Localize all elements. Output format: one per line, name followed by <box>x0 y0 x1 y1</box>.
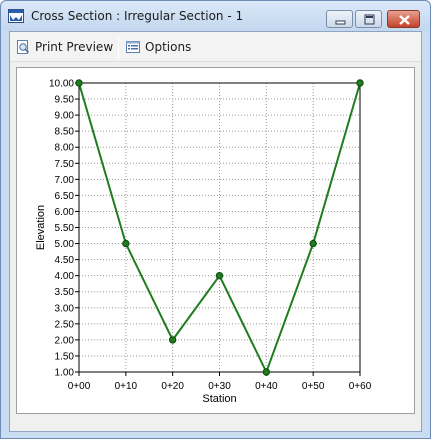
x-tick-label: 0+10 <box>115 381 138 392</box>
y-tick-label: 9.00 <box>55 111 75 122</box>
print-preview-label: Print Preview <box>35 40 114 54</box>
close-icon <box>399 15 410 25</box>
y-tick-label: 7.50 <box>55 159 75 170</box>
window-title: Cross Section : Irregular Section - 1 <box>31 9 244 23</box>
y-tick-label: 6.50 <box>55 191 75 202</box>
options-label: Options <box>145 40 192 54</box>
print-preview-button[interactable]: Print Preview <box>15 38 114 56</box>
minimize-icon <box>335 20 346 25</box>
chart-panel: 1.00 1.50 2.00 2.50 3.00 3.50 4.00 4.50 5.00 5.50… <box>16 67 415 414</box>
toolbar: Print Preview Options <box>10 32 421 62</box>
x-tick-label: 0+60 <box>349 381 372 392</box>
y-tick-label: 4.50 <box>55 255 75 266</box>
y-tick-label: 5.50 <box>55 223 75 234</box>
data-point <box>262 368 271 376</box>
y-tick-label: 9.50 <box>55 95 75 106</box>
options-button[interactable]: Options <box>125 38 195 56</box>
y-tick-label: 2.50 <box>55 319 75 330</box>
y-tick-label: 3.00 <box>55 303 75 314</box>
y-tick-label: 6.00 <box>55 207 75 218</box>
options-icon <box>126 41 140 53</box>
x-tick-label: 0+20 <box>161 381 184 392</box>
client-area: Print Preview Options 1.00 1.50 2.00 2.50 3.… <box>9 31 422 432</box>
x-tick-label: 0+40 <box>255 381 278 392</box>
x-tick-label: 0+30 <box>208 381 231 392</box>
maximize-button[interactable] <box>355 10 382 28</box>
minimize-button[interactable] <box>326 10 353 28</box>
data-point <box>122 239 130 248</box>
data-point <box>168 336 177 344</box>
y-tick-label: 4.00 <box>55 271 75 282</box>
cross-section-window: Cross Section : Irregular Section - 1 Pr… <box>0 0 431 439</box>
close-button[interactable] <box>387 10 420 28</box>
y-tick-label: 1.50 <box>55 351 75 362</box>
toolbar-separator <box>118 37 119 59</box>
cross-section-chart: 1.00 1.50 2.00 2.50 3.00 3.50 4.00 4.50 5.00 5.50… <box>35 79 372 406</box>
y-tick-label: 5.00 <box>55 239 75 250</box>
data-point <box>356 79 364 87</box>
x-tick-label: 0+00 <box>68 381 91 392</box>
print-preview-icon <box>17 40 30 54</box>
y-tick-label: 3.50 <box>55 287 75 298</box>
y-tick-label: 8.00 <box>55 143 75 154</box>
x-tick-label: 0+50 <box>302 381 325 392</box>
title-bar[interactable]: Cross Section : Irregular Section - 1 <box>1 1 430 31</box>
x-axis-title: Station <box>202 393 236 405</box>
data-point <box>309 239 317 248</box>
cross-section-app-icon <box>8 9 24 23</box>
y-tick-label: 1.00 <box>55 368 75 379</box>
y-tick-label: 8.50 <box>55 127 75 138</box>
data-point <box>75 79 83 87</box>
y-tick-label: 7.00 <box>55 175 75 186</box>
y-tick-label: 10.00 <box>49 79 74 90</box>
y-axis-title: Elevation <box>35 205 47 250</box>
data-point <box>215 271 224 280</box>
maximize-icon <box>364 14 375 25</box>
y-tick-label: 2.00 <box>55 335 75 346</box>
